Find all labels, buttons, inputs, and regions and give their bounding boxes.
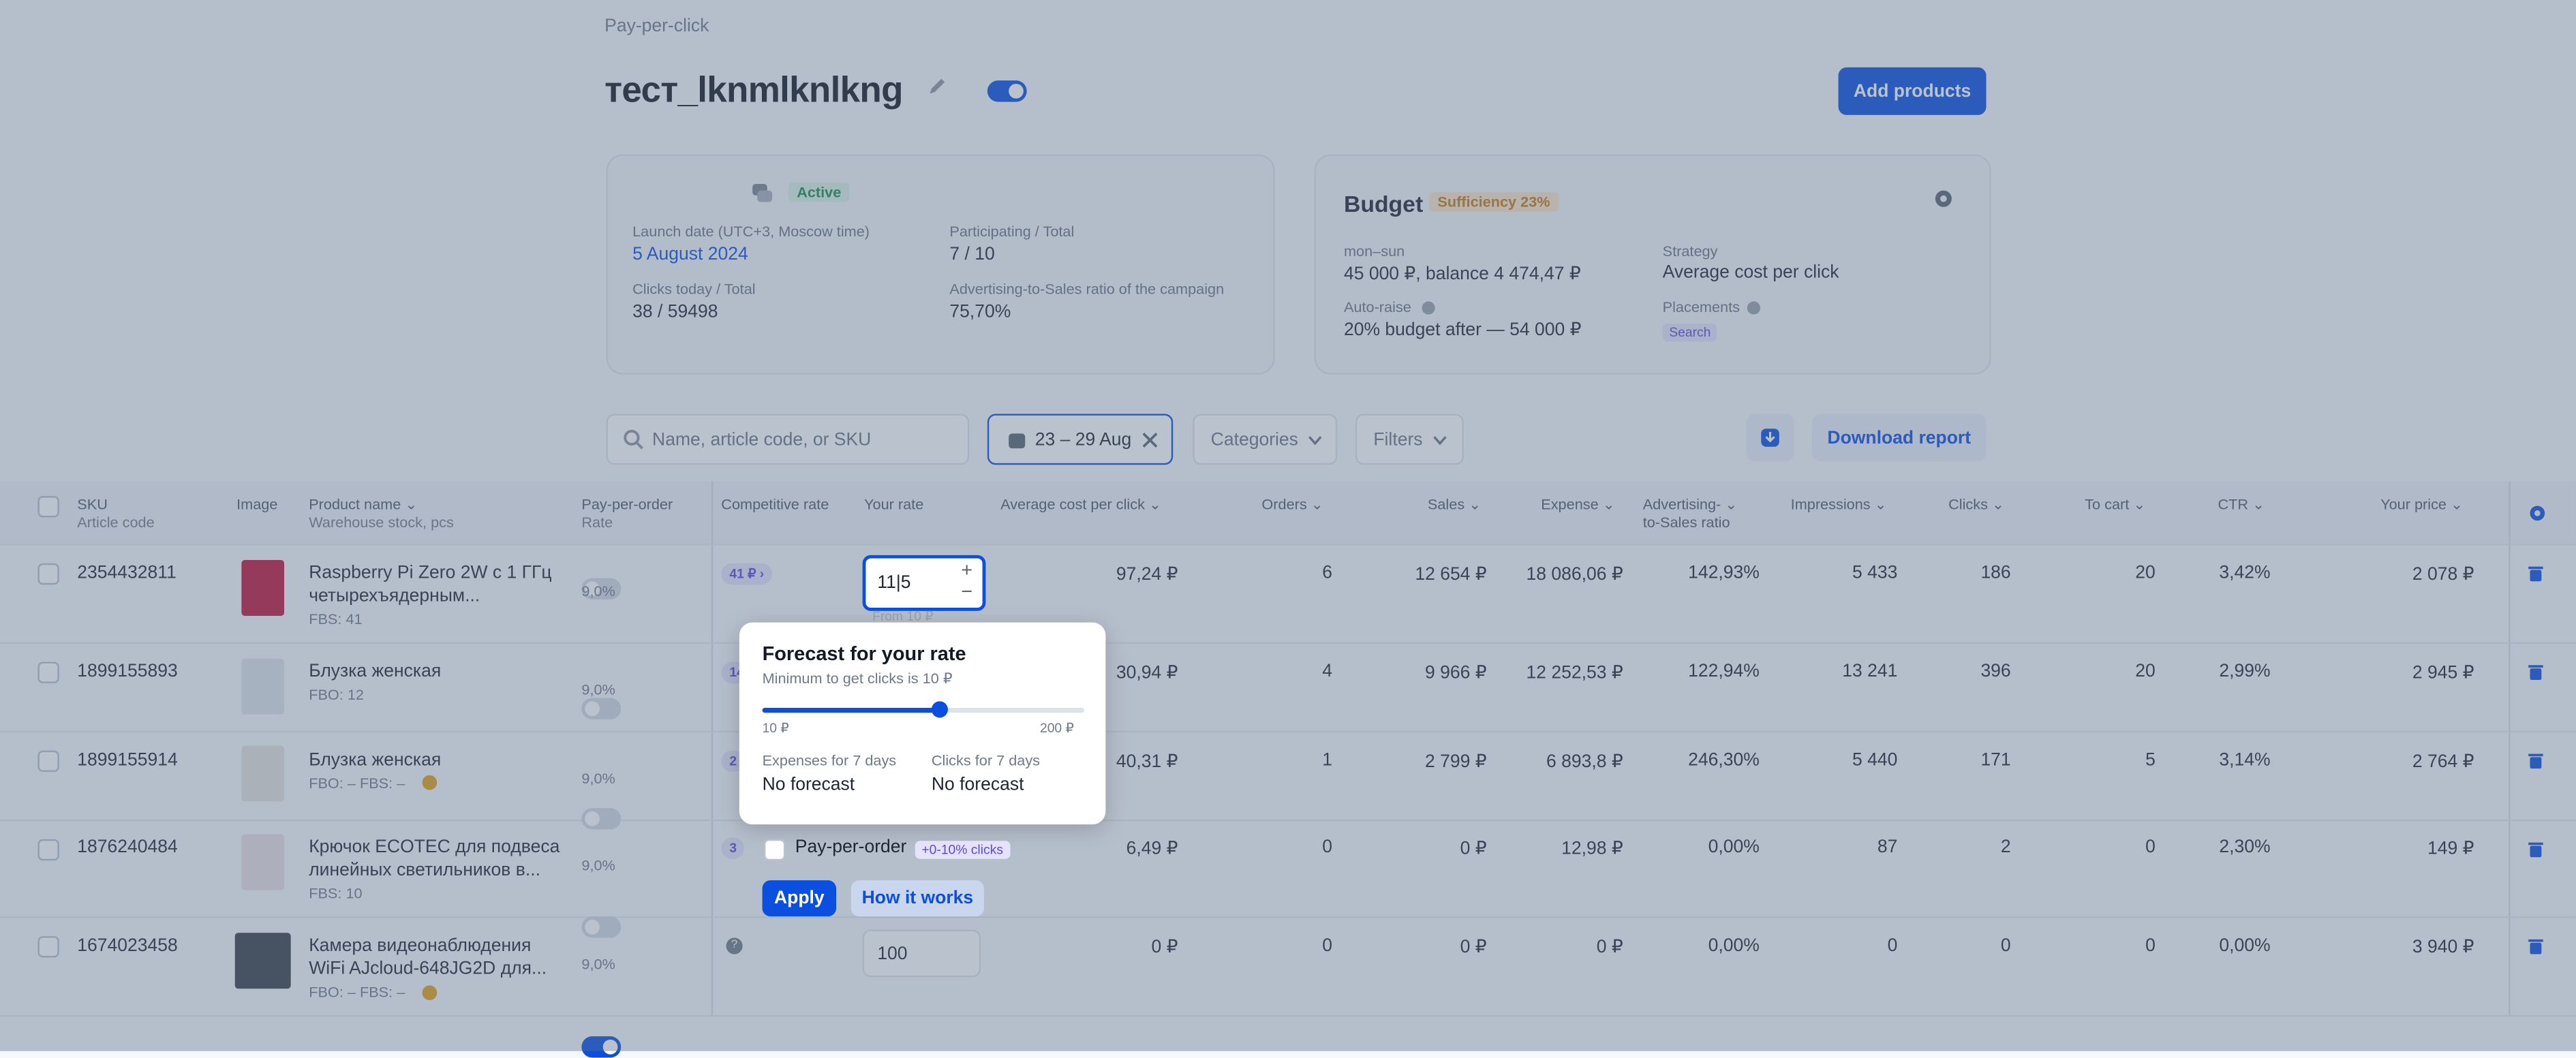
clicks-forecast-value: No forecast xyxy=(931,775,1024,795)
modal-overlay[interactable] xyxy=(0,0,2576,1051)
expenses-value: No forecast xyxy=(762,775,855,795)
expenses-label: Expenses for 7 days xyxy=(762,752,897,769)
apply-button[interactable]: Apply xyxy=(762,880,837,917)
slider-min: 10 ₽ xyxy=(762,721,789,736)
stepper-minus-icon[interactable]: − xyxy=(961,580,972,603)
forecast-title: Forecast for your rate xyxy=(762,642,966,666)
forecast-popup: Forecast for your rate Minimum to get cl… xyxy=(739,622,1106,825)
ppo-checkbox[interactable] xyxy=(763,839,786,861)
clicks-forecast-label: Clicks for 7 days xyxy=(931,752,1041,769)
your-rate-active-value: 11|5 xyxy=(877,573,911,593)
how-it-works-button[interactable]: How it works xyxy=(850,880,985,917)
rate-slider-fill xyxy=(762,708,940,713)
rate-hint: From 10 ₽ xyxy=(872,609,934,623)
forecast-subtitle: Minimum to get clicks is 10 ₽ xyxy=(762,670,953,687)
your-rate-input-active[interactable]: 11|5 + − xyxy=(862,555,986,611)
ppo-badge: +0-10% clicks xyxy=(915,841,1010,859)
stepper-plus-icon[interactable]: + xyxy=(961,559,972,582)
slider-max: 200 ₽ xyxy=(1039,721,1074,736)
ppo-label: Pay-per-order xyxy=(795,837,907,858)
rate-slider-handle[interactable] xyxy=(931,701,948,718)
